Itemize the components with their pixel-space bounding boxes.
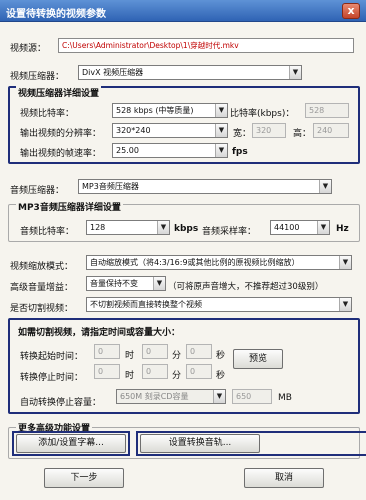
bitrate-kbps-label: 比特率(kbps)： bbox=[230, 109, 295, 119]
chevron-down-icon[interactable]: ▼ bbox=[339, 256, 351, 269]
chevron-down-icon[interactable]: ▼ bbox=[339, 298, 351, 311]
end-hour-unit: 时 bbox=[125, 371, 135, 381]
volume-note: （可将原声音增大，不推荐超过30级别） bbox=[168, 282, 324, 292]
chevron-down-icon[interactable]: ▼ bbox=[317, 221, 329, 234]
start-time-label: 转换起始时间： bbox=[20, 352, 84, 362]
audio-bitrate-unit: kbps bbox=[174, 224, 199, 234]
window-title: 设置待转换的视频参数 bbox=[6, 9, 106, 20]
audio-codec-select[interactable]: MP3音频压缩器 ▼ bbox=[78, 179, 332, 194]
samplerate-value: 44100 bbox=[274, 223, 300, 232]
height-field[interactable]: 240 bbox=[313, 123, 349, 138]
end-minute-field[interactable]: 0 bbox=[142, 364, 168, 379]
audio-codec-label: 音频压缩器： bbox=[10, 186, 65, 196]
capacity-label: 自动转换停止容量： bbox=[20, 398, 102, 408]
end-second-unit: 秒 bbox=[216, 371, 226, 381]
fps-value: 25.00 bbox=[116, 146, 139, 155]
cut-settings-title: 如需切割视频，请指定时间或容量大小： bbox=[16, 325, 183, 338]
fps-select[interactable]: 25.00 ▼ bbox=[112, 143, 228, 158]
add-subtitle-button[interactable]: 添加/设置字幕... bbox=[16, 434, 126, 453]
samplerate-select[interactable]: 44100 ▼ bbox=[270, 220, 330, 235]
width-label: 宽： bbox=[233, 129, 252, 139]
volume-select[interactable]: 音量保持不变 ▼ bbox=[86, 276, 166, 291]
source-label: 视频源： bbox=[10, 44, 47, 54]
chevron-down-icon[interactable]: ▼ bbox=[157, 221, 169, 234]
close-button[interactable]: x bbox=[342, 3, 360, 19]
capacity-unit: MB bbox=[278, 393, 292, 403]
capacity-select[interactable]: 650M 刻录CD容量 ▼ bbox=[116, 389, 226, 404]
end-minute-unit: 分 bbox=[172, 371, 182, 381]
chevron-down-icon[interactable]: ▼ bbox=[289, 66, 301, 79]
audio-codec-value: MP3音频压缩器 bbox=[82, 182, 139, 191]
fps-unit: fps bbox=[232, 147, 248, 157]
preview-button[interactable]: 预览 bbox=[233, 349, 283, 369]
end-time-label: 转换停止时间： bbox=[20, 373, 84, 383]
capacity-number-field[interactable]: 650 bbox=[232, 389, 272, 404]
scaling-value: 自动缩放模式（将4:3/16:9或其他比例的原视频比例缩放） bbox=[90, 258, 300, 267]
cut-value: 不切割视频而直接转换整个视频 bbox=[90, 300, 202, 309]
video-bitrate-select[interactable]: 528 kbps (中等质量) ▼ bbox=[112, 103, 228, 118]
width-field[interactable]: 320 bbox=[252, 123, 286, 138]
capacity-value: 650M 刻录CD容量 bbox=[120, 392, 189, 401]
video-bitrate-value: 528 kbps (中等质量) bbox=[116, 106, 194, 115]
scaling-label: 视频缩放模式： bbox=[10, 262, 74, 272]
start-second-field[interactable]: 0 bbox=[186, 344, 212, 359]
cut-select[interactable]: 不切割视频而直接转换整个视频 ▼ bbox=[86, 297, 352, 312]
volume-value: 音量保持不变 bbox=[90, 279, 138, 288]
chevron-down-icon[interactable]: ▼ bbox=[153, 277, 165, 290]
next-button[interactable]: 下一步 bbox=[44, 468, 124, 488]
chevron-down-icon[interactable]: ▼ bbox=[215, 124, 227, 137]
start-hour-unit: 时 bbox=[125, 351, 135, 361]
chevron-down-icon[interactable]: ▼ bbox=[319, 180, 331, 193]
resolution-value: 320*240 bbox=[116, 126, 151, 135]
samplerate-unit: Hz bbox=[336, 224, 349, 234]
resolution-label: 输出视频的分辨率： bbox=[20, 129, 102, 139]
end-hour-field[interactable]: 0 bbox=[94, 364, 120, 379]
start-minute-field[interactable]: 0 bbox=[142, 344, 168, 359]
chevron-down-icon[interactable]: ▼ bbox=[213, 390, 225, 403]
bitrate-kbps-field[interactable]: 528 bbox=[305, 103, 349, 118]
audio-details-title: MP3音频压缩器详细设置 bbox=[16, 200, 123, 213]
audio-bitrate-label: 音频比特率： bbox=[20, 227, 75, 237]
height-label: 高： bbox=[293, 129, 312, 139]
audio-bitrate-value: 128 bbox=[90, 223, 106, 232]
source-path-field[interactable]: C:\Users\Administrator\Desktop\1\穿越时代.mk… bbox=[58, 38, 354, 53]
start-second-unit: 秒 bbox=[216, 351, 226, 361]
samplerate-label: 音频采样率： bbox=[202, 227, 257, 237]
title-bar: 设置待转换的视频参数 x bbox=[0, 0, 366, 22]
start-hour-field[interactable]: 0 bbox=[94, 344, 120, 359]
audio-bitrate-select[interactable]: 128 ▼ bbox=[86, 220, 170, 235]
fps-label: 输出视频的帧速率： bbox=[20, 149, 102, 159]
video-codec-value: DivX 视频压缩器 bbox=[82, 68, 144, 77]
resolution-select[interactable]: 320*240 ▼ bbox=[112, 123, 228, 138]
start-minute-unit: 分 bbox=[172, 351, 182, 361]
video-bitrate-label: 视频比特率： bbox=[20, 109, 75, 119]
video-codec-label: 视频压缩器： bbox=[10, 72, 65, 82]
audio-track-button[interactable]: 设置转换音轨... bbox=[140, 434, 260, 453]
video-codec-select[interactable]: DivX 视频压缩器 ▼ bbox=[78, 65, 302, 80]
video-details-title: 视频压缩器详细设置 bbox=[16, 86, 102, 99]
cancel-button[interactable]: 取消 bbox=[244, 468, 324, 488]
end-second-field[interactable]: 0 bbox=[186, 364, 212, 379]
scaling-select[interactable]: 自动缩放模式（将4:3/16:9或其他比例的原视频比例缩放） ▼ bbox=[86, 255, 352, 270]
chevron-down-icon[interactable]: ▼ bbox=[215, 104, 227, 117]
cut-label: 是否切割视频： bbox=[10, 304, 74, 314]
chevron-down-icon[interactable]: ▼ bbox=[215, 144, 227, 157]
volume-label: 高级音量增益： bbox=[10, 283, 74, 293]
